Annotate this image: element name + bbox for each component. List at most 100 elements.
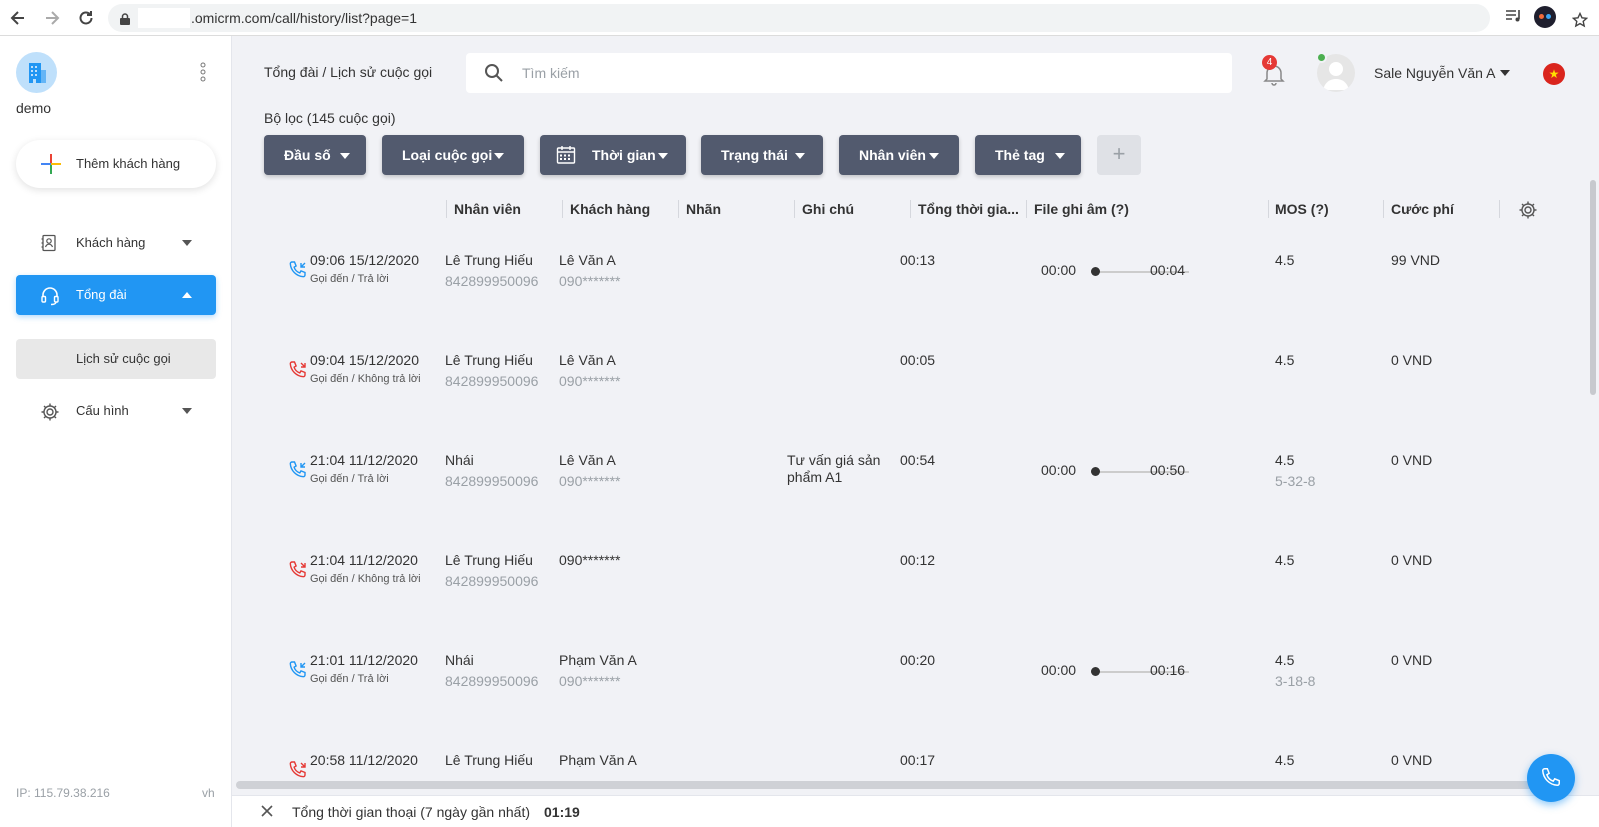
- chevron-down-icon[interactable]: [1500, 70, 1510, 76]
- column-header-agent[interactable]: Nhân viên: [454, 201, 554, 217]
- customer-name[interactable]: Phạm Văn A: [559, 752, 637, 768]
- call-duration: 00:17: [900, 752, 936, 768]
- chevron-down-icon: [182, 408, 192, 414]
- column-divider[interactable]: [910, 200, 911, 218]
- call-fee: 0 VND: [1391, 752, 1433, 768]
- customer-name[interactable]: Lê Văn A: [559, 452, 616, 468]
- reload-icon[interactable]: [70, 4, 102, 32]
- redacted-domain: [138, 8, 190, 28]
- column-divider[interactable]: [1499, 200, 1500, 218]
- call-duration: 00:20: [900, 652, 936, 668]
- column-divider[interactable]: [1383, 200, 1384, 218]
- sidebar-item-customers[interactable]: Khách hàng: [16, 223, 216, 263]
- call-time: 09:06 15/12/2020: [310, 252, 419, 268]
- audio-seek-handle[interactable]: [1091, 467, 1100, 476]
- customer-name[interactable]: 090*******: [559, 552, 621, 568]
- vertical-scrollbar[interactable]: [1590, 180, 1596, 395]
- search-input[interactable]: [522, 61, 1202, 85]
- missed-call-icon: [288, 360, 308, 380]
- missed-call-icon: [288, 560, 308, 580]
- extension-avatar-icon[interactable]: [1534, 6, 1556, 28]
- language-code[interactable]: vh: [202, 786, 215, 800]
- column-header-recording[interactable]: File ghi âm (?): [1034, 201, 1234, 217]
- filter-time-button[interactable]: Thời gian: [540, 135, 686, 175]
- bookmark-star-icon[interactable]: [1571, 11, 1589, 31]
- sidebar-item-switchboard[interactable]: Tổng đài: [16, 275, 216, 315]
- filter-prefix-button[interactable]: Đầu số: [264, 135, 366, 175]
- address-bar[interactable]: .omicrm.com/call/history/list?page=1: [108, 4, 1589, 32]
- audio-player[interactable]: 00:00 00:16: [1041, 662, 1201, 682]
- audio-seek-handle[interactable]: [1091, 267, 1100, 276]
- call-duration: 00:12: [900, 552, 936, 568]
- column-header-duration[interactable]: Tổng thời gia...: [918, 201, 1021, 217]
- audio-player[interactable]: 00:00 00:04: [1041, 262, 1201, 282]
- table-row[interactable]: 21:01 11/12/2020 Gọi đến / Trả lời Nhái 842…: [232, 648, 1582, 748]
- filter-title: Bộ lọc (145 cuộc gọi): [264, 110, 396, 126]
- agent-phone: 842899950096: [445, 673, 539, 689]
- customer-name[interactable]: Phạm Văn A: [559, 652, 637, 668]
- org-name: demo: [16, 100, 52, 116]
- caret-down-icon: [1055, 153, 1065, 159]
- column-header-mos[interactable]: MOS (?): [1275, 201, 1375, 217]
- agent-name: Lê Trung Hiếu: [445, 552, 533, 568]
- call-status: Gọi đến / Trả lời: [310, 473, 389, 485]
- sidebar-item-settings[interactable]: Cấu hình: [16, 391, 216, 431]
- table-row[interactable]: 09:04 15/12/2020 Gọi đến / Không trả lời L…: [232, 348, 1582, 448]
- horizontal-scrollbar[interactable]: [236, 781, 1536, 789]
- agent-name: Lê Trung Hiếu: [445, 752, 533, 768]
- audio-player[interactable]: 00:00 00:50: [1041, 462, 1201, 482]
- call-status: Gọi đến / Trả lời: [310, 273, 389, 285]
- forward-icon[interactable]: [36, 4, 68, 32]
- filter-status-button[interactable]: Trạng thái: [701, 135, 823, 175]
- add-customer-label: Thêm khách hàng: [76, 156, 181, 171]
- media-queue-icon[interactable]: [1505, 8, 1523, 27]
- table-row[interactable]: 21:04 11/12/2020 Gọi đến / Không trả lời L…: [232, 548, 1582, 648]
- vietnam-flag-icon[interactable]: ★: [1543, 63, 1565, 85]
- add-customer-button[interactable]: Thêm khách hàng: [16, 140, 216, 188]
- call-fee: 99 VND: [1391, 252, 1441, 268]
- audio-total-time: 00:04: [1150, 262, 1186, 278]
- filter-agent-button[interactable]: Nhân viên: [839, 135, 959, 175]
- add-filter-button[interactable]: +: [1097, 135, 1141, 175]
- column-divider[interactable]: [794, 200, 795, 218]
- sidebar: demo Thêm khách hàng Khách hàng Tổng đài…: [0, 36, 232, 827]
- audio-seek-handle[interactable]: [1091, 667, 1100, 676]
- call-button[interactable]: [1527, 754, 1575, 802]
- call-duration: 00:54: [900, 452, 936, 468]
- agent-phone: 842899950096: [445, 573, 539, 589]
- column-divider[interactable]: [446, 200, 447, 218]
- column-divider[interactable]: [1026, 200, 1027, 218]
- filter-label: Trạng thái: [721, 147, 788, 163]
- call-time: 21:04 11/12/2020: [310, 552, 418, 568]
- sidebar-item-label: Cấu hình: [76, 403, 129, 418]
- call-time: 09:04 15/12/2020: [310, 352, 419, 368]
- user-name[interactable]: Sale Nguyễn Văn A: [1374, 65, 1495, 81]
- column-divider[interactable]: [562, 200, 563, 218]
- column-header-note[interactable]: Ghi chú: [802, 201, 902, 217]
- column-header-label[interactable]: Nhãn: [686, 201, 786, 217]
- column-header-customer[interactable]: Khách hàng: [570, 201, 670, 217]
- column-divider[interactable]: [1268, 200, 1269, 218]
- table-row[interactable]: 21:04 11/12/2020 Gọi đến / Trả lời Nhái 842…: [232, 448, 1582, 548]
- breadcrumb: Tổng đài / Lịch sử cuộc gọi: [264, 64, 433, 80]
- more-options-icon[interactable]: [198, 62, 208, 82]
- close-icon[interactable]: [260, 804, 274, 821]
- filter-tag-button[interactable]: Thẻ tag: [975, 135, 1081, 175]
- sidebar-subitem-call-history[interactable]: Lịch sử cuộc gọi: [16, 339, 216, 379]
- table-row[interactable]: 09:06 15/12/2020 Gọi đến / Trả lời Lê Trun…: [232, 248, 1582, 348]
- column-divider[interactable]: [678, 200, 679, 218]
- caret-down-icon: [658, 153, 668, 159]
- table-settings-gear-icon[interactable]: [1518, 200, 1538, 223]
- incoming-call-icon: [288, 660, 308, 680]
- call-fee: 0 VND: [1391, 552, 1433, 568]
- mos-detail: 3-18-8: [1275, 673, 1316, 689]
- filter-call-type-button[interactable]: Loại cuộc gọi: [382, 135, 524, 175]
- back-icon[interactable]: [2, 4, 34, 32]
- column-header-fee[interactable]: Cước phí: [1391, 201, 1491, 217]
- mos-score: 4.5: [1275, 252, 1295, 268]
- agent-phone: 842899950096: [445, 273, 539, 289]
- customer-name[interactable]: Lê Văn A: [559, 252, 616, 268]
- filter-label: Thẻ tag: [995, 147, 1045, 163]
- customer-name[interactable]: Lê Văn A: [559, 352, 616, 368]
- mos-score: 4.5: [1275, 352, 1295, 368]
